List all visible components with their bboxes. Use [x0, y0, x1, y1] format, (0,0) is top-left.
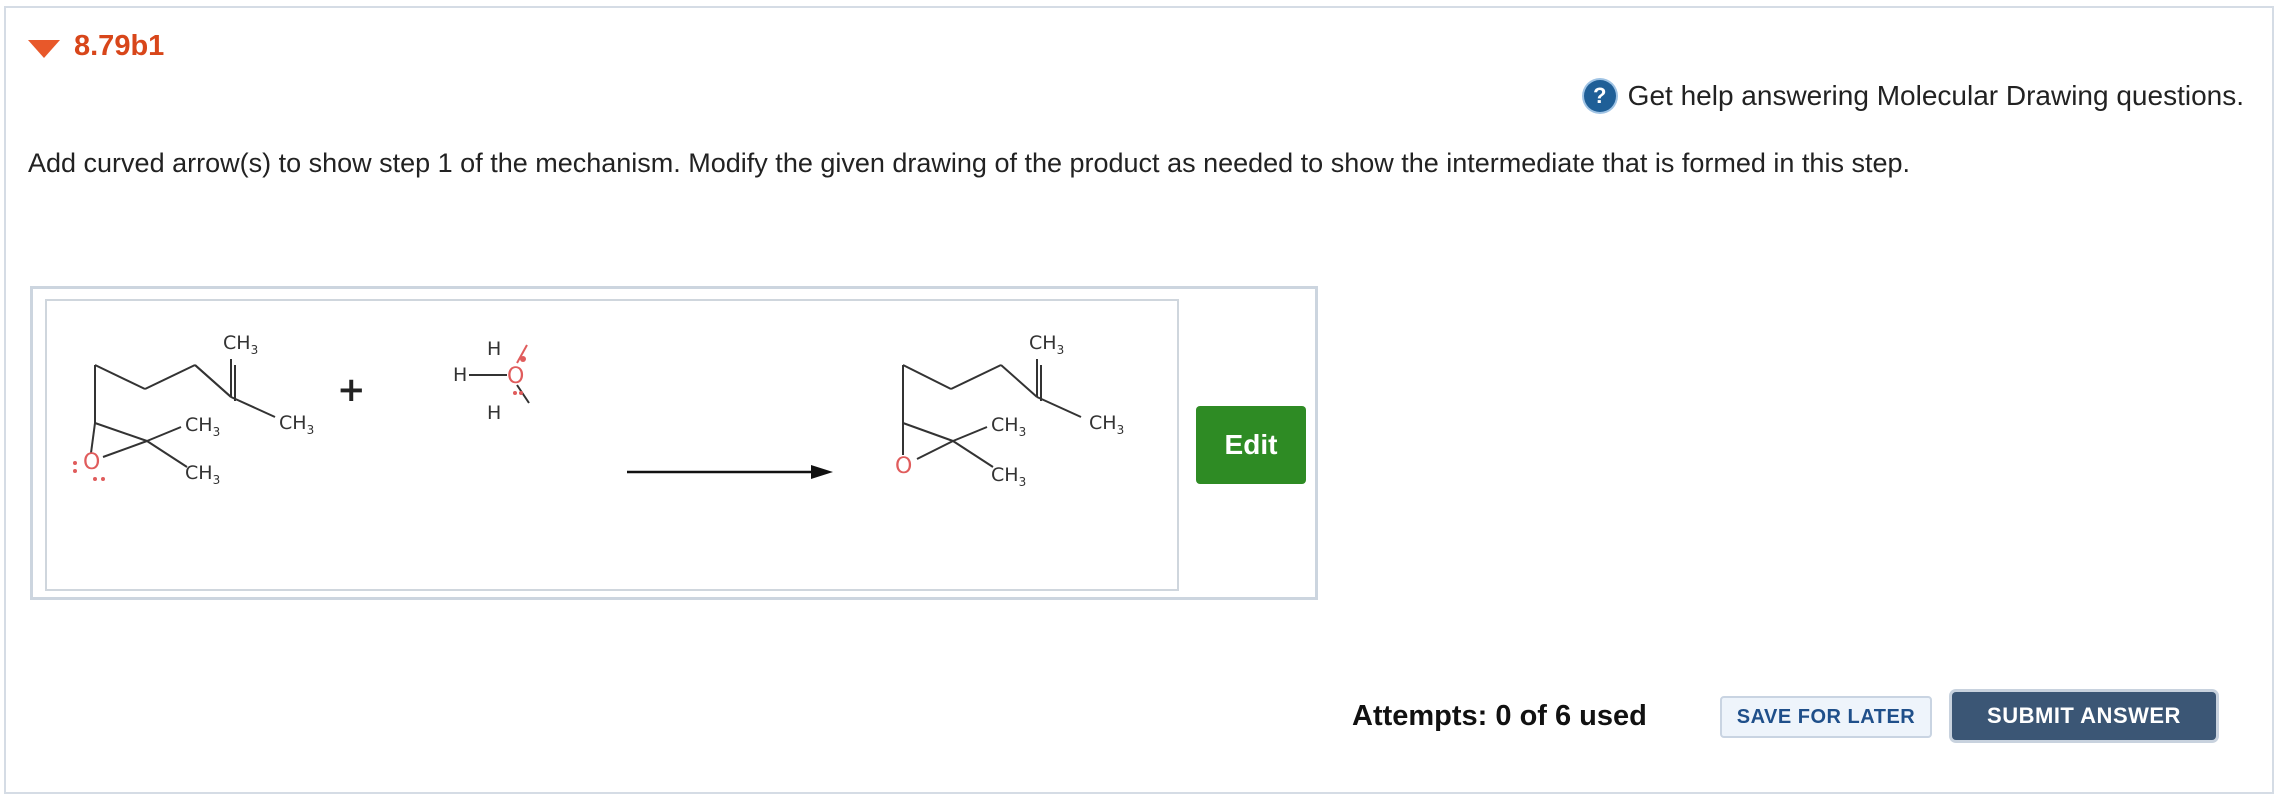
question-header[interactable]: 8.79b1	[28, 30, 164, 63]
bond	[94, 364, 146, 390]
question-number: 8.79b1	[74, 30, 165, 62]
oxygen-label: O	[83, 450, 100, 475]
question-prompt: Add curved arrow(s) to show step 1 of th…	[28, 148, 1910, 178]
bond	[194, 364, 232, 398]
methyl-label: CH3	[991, 414, 1026, 439]
bond	[144, 364, 196, 390]
methyl-label: CH3	[185, 462, 220, 487]
bond	[102, 440, 148, 458]
arrowhead-icon	[811, 465, 833, 479]
bond	[1000, 364, 1038, 398]
save-for-later-button[interactable]: SAVE FOR LATER	[1720, 696, 1932, 738]
molecule-canvas[interactable]: CH3 CH3 CH3 CH3 O + H H H O CH3 CH3 CH3 …	[45, 299, 1179, 591]
drawing-area: CH3 CH3 CH3 CH3 O + H H H O CH3 CH3 CH3 …	[30, 286, 1318, 600]
lone-pair-dot	[513, 391, 517, 395]
bond	[90, 422, 96, 454]
help-link[interactable]: ? Get help answering Molecular Drawing q…	[1583, 80, 2244, 112]
methyl-label: CH3	[223, 332, 258, 357]
reaction-scheme: CH3 CH3 CH3 CH3 O + H H H O CH3 CH3 CH3 …	[73, 332, 1124, 489]
hydrogen-label: H	[487, 402, 501, 424]
oxygen-label: O	[507, 364, 524, 389]
bond	[950, 364, 1002, 390]
lone-pair-dot	[101, 477, 105, 481]
oxygen-label: O	[895, 454, 912, 479]
edit-button[interactable]: Edit	[1196, 406, 1306, 484]
methyl-label: CH3	[185, 414, 220, 439]
reactant-molecule	[90, 359, 276, 468]
methyl-label: CH3	[991, 464, 1026, 489]
plus-sign: +	[337, 370, 366, 410]
plus-charge-icon	[520, 356, 526, 362]
product-molecule	[902, 359, 1082, 468]
bond	[952, 426, 988, 442]
methyl-label: CH3	[1089, 412, 1124, 437]
collapse-triangle-icon[interactable]	[28, 39, 60, 58]
help-label: Get help answering Molecular Drawing que…	[1627, 80, 2244, 111]
bond	[952, 440, 994, 468]
lone-pair-dot	[93, 477, 97, 481]
question-circle-icon: ?	[1583, 80, 1616, 112]
lone-pair-dot	[73, 469, 77, 473]
methyl-label: CH3	[1029, 332, 1064, 357]
attempts-counter: Attempts: 0 of 6 used	[1352, 700, 1647, 732]
bond	[146, 426, 182, 442]
lone-pair-dot	[73, 461, 77, 465]
hydrogen-label: H	[453, 364, 467, 386]
bond	[146, 440, 188, 468]
bond	[1036, 396, 1082, 418]
methyl-label: CH3	[279, 412, 314, 437]
bond	[902, 364, 952, 390]
hydrogen-label: H	[487, 338, 501, 360]
bond	[230, 396, 276, 418]
lone-pair-dot	[519, 391, 523, 395]
hydronium-ion: H H H O	[453, 338, 530, 424]
bond	[94, 422, 148, 442]
bond	[916, 440, 954, 460]
submit-answer-button[interactable]: SUBMIT ANSWER	[1952, 692, 2216, 740]
bond	[902, 422, 954, 442]
